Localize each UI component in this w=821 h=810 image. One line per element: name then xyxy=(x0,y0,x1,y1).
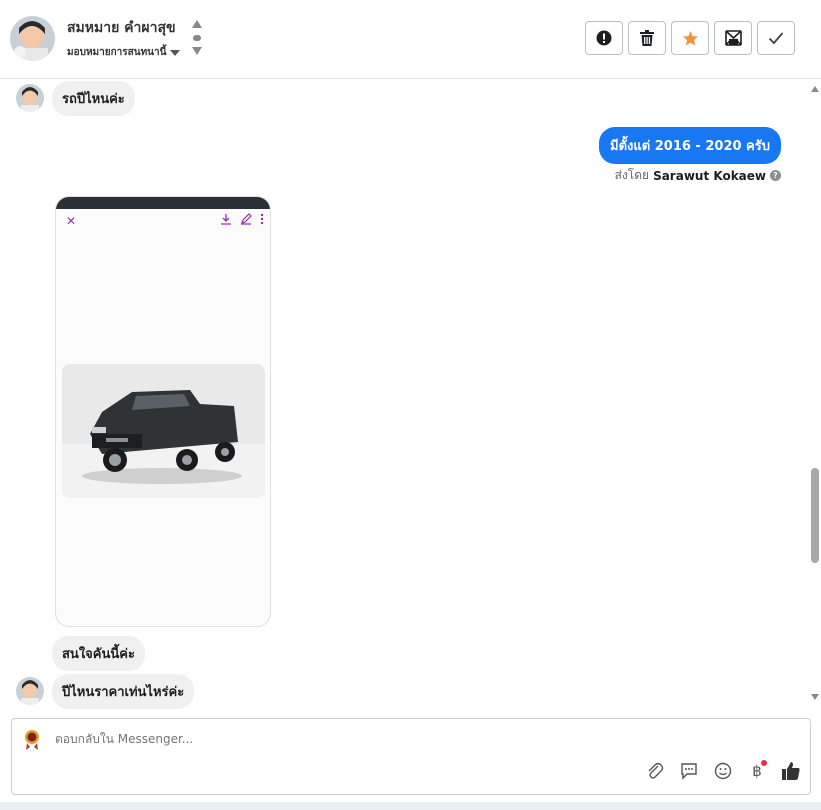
alert-circle-icon xyxy=(596,30,612,46)
download-icon xyxy=(221,214,231,225)
next-conversation-icon[interactable] xyxy=(192,47,202,55)
attachment-status-bar xyxy=(56,197,270,209)
attachment-toolbar: ✕ xyxy=(56,209,270,235)
paperclip-icon xyxy=(648,762,664,779)
thread-scrollbar[interactable] xyxy=(808,80,821,710)
star-icon xyxy=(682,30,698,45)
thumbs-up-icon xyxy=(782,762,800,780)
sent-by-prefix: ส่งโดย xyxy=(614,168,650,182)
reply-input[interactable] xyxy=(55,732,655,746)
attach-file-button[interactable] xyxy=(644,760,666,782)
chat-bubble-icon xyxy=(681,763,697,780)
conversation-header: สมหมาย คำผาสุข มอบหมายการสนทนานี้ xyxy=(0,0,821,79)
saved-replies-button[interactable] xyxy=(678,760,700,782)
page-avatar xyxy=(20,727,44,751)
mark-spam-button[interactable] xyxy=(585,21,623,55)
payment-button[interactable]: ฿ xyxy=(746,760,768,782)
conversation-nav xyxy=(190,18,204,60)
contact-name[interactable]: สมหมาย คำผาสุข xyxy=(67,17,176,39)
page-footer-strip xyxy=(0,802,821,810)
mark-done-button[interactable] xyxy=(757,21,795,55)
baht-icon: ฿ xyxy=(752,762,762,780)
envelope-icon xyxy=(724,30,742,46)
delete-button[interactable] xyxy=(628,21,666,55)
conversation-nav-handle xyxy=(193,35,201,41)
message-thread[interactable]: รถปีไหนค่ะ มีตั้งแต่ 2016 - 2020 ครับ ส่… xyxy=(0,80,808,710)
previous-conversation-icon[interactable] xyxy=(192,20,202,28)
chevron-down-icon xyxy=(170,49,181,56)
contact-avatar-small xyxy=(16,677,44,705)
sent-by-name: Sarawut Kokaew xyxy=(653,168,766,183)
reply-composer: ฿ xyxy=(11,718,811,795)
image-attachment[interactable]: ✕ xyxy=(55,196,271,627)
message-bubble-incoming[interactable]: ปีไหนราคาเท่นไหร่ค่ะ xyxy=(52,674,195,709)
assign-label: มอบหมายการสนทนานี้ xyxy=(67,47,167,58)
help-icon[interactable]: ? xyxy=(770,170,781,181)
message-bubble-outgoing[interactable]: มีตั้งแต่ 2016 - 2020 ครับ xyxy=(599,127,781,164)
emoji-button[interactable] xyxy=(712,760,734,782)
edit-icon xyxy=(241,213,252,225)
contact-avatar-small xyxy=(16,84,44,112)
message-bubble-incoming[interactable]: สนใจคันนี้ค่ะ xyxy=(52,636,145,671)
scroll-up-icon[interactable] xyxy=(811,86,819,92)
smiley-icon xyxy=(714,762,732,780)
composer-toolbar: ฿ xyxy=(644,760,802,782)
message-bubble-incoming[interactable]: รถปีไหนค่ะ xyxy=(52,81,135,116)
trash-icon xyxy=(640,30,654,46)
more-options-icon xyxy=(260,213,264,225)
scrollbar-thumb[interactable] xyxy=(811,468,819,563)
check-icon xyxy=(768,32,784,45)
pickup-truck-photo xyxy=(62,364,265,498)
header-actions xyxy=(585,21,795,55)
assign-conversation-dropdown[interactable]: มอบหมายการสนทนานี้ xyxy=(67,45,181,60)
sent-by-note: ส่งโดย Sarawut Kokaew ? xyxy=(615,166,781,185)
like-button[interactable] xyxy=(780,760,802,782)
contact-avatar[interactable] xyxy=(10,16,55,61)
star-button[interactable] xyxy=(671,21,709,55)
notification-dot xyxy=(761,760,767,766)
mark-unread-button[interactable] xyxy=(714,21,752,55)
close-icon: ✕ xyxy=(66,214,77,228)
scroll-down-icon[interactable] xyxy=(811,694,819,700)
